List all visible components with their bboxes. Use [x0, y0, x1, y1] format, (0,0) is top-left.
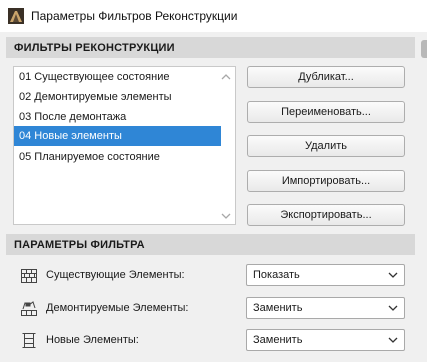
existing-elements-select[interactable]: Показать: [246, 264, 405, 286]
list-item[interactable]: 02 Демонтируемые элементы: [14, 87, 221, 107]
list-item-label: 01 Существующее состояние: [19, 71, 170, 83]
new-elements-icon: [22, 333, 36, 348]
list-item-label: 04 Новые элементы: [19, 130, 122, 142]
select-value: Заменить: [253, 334, 303, 346]
delete-button[interactable]: Удалить: [247, 135, 405, 157]
param-row-existing: Существующие Элементы: Показать: [0, 264, 427, 288]
list-item[interactable]: 05 Планируемое состояние: [14, 147, 221, 167]
demolished-elements-select[interactable]: Заменить: [246, 297, 405, 319]
panel-resize-handle[interactable]: [421, 40, 427, 58]
rename-button[interactable]: Переименовать...: [247, 101, 405, 123]
chevron-down-icon: [388, 337, 398, 343]
param-row-demolished: Демонтируемые Элементы: Заменить: [0, 297, 427, 321]
list-item[interactable]: 03 После демонтажа: [14, 107, 221, 127]
param-row-new: Новые Элементы: Заменить: [0, 329, 427, 353]
chevron-down-icon: [388, 305, 398, 311]
list-item-selected[interactable]: 04 Новые элементы: [14, 126, 221, 146]
params-section-title: ПАРАМЕТРЫ ФИЛЬТРА: [14, 238, 145, 251]
list-item-label: 02 Демонтируемые элементы: [19, 91, 172, 103]
list-item[interactable]: 01 Существующее состояние: [14, 67, 221, 87]
demolished-elements-icon: [21, 301, 37, 316]
scroll-up-icon[interactable]: [221, 72, 231, 82]
param-label: Существующие Элементы:: [46, 269, 185, 281]
duplicate-button[interactable]: Дубликат...: [247, 66, 405, 88]
filter-list[interactable]: 01 Существующее состояние 02 Демонтируем…: [13, 66, 236, 225]
export-button[interactable]: Экспортировать...: [247, 204, 405, 226]
params-section-header[interactable]: ПАРАМЕТРЫ ФИЛЬТРА: [6, 234, 415, 255]
scroll-down-icon[interactable]: [221, 211, 231, 221]
new-elements-select[interactable]: Заменить: [246, 329, 405, 351]
list-item-label: 03 После демонтажа: [19, 111, 127, 123]
select-value: Заменить: [253, 302, 303, 314]
import-button[interactable]: Импортировать...: [247, 170, 405, 192]
window-title: Параметры Фильтров Реконструкции: [31, 9, 238, 23]
existing-elements-icon: [21, 269, 37, 283]
param-label: Новые Элементы:: [46, 334, 139, 346]
select-value: Показать: [253, 269, 300, 281]
chevron-down-icon: [388, 272, 398, 278]
filters-section-header[interactable]: ФИЛЬТРЫ РЕКОНСТРУКЦИИ: [6, 37, 415, 58]
list-item-label: 05 Планируемое состояние: [19, 151, 160, 163]
title-bar: Параметры Фильтров Реконструкции: [0, 0, 427, 32]
filters-section-title: ФИЛЬТРЫ РЕКОНСТРУКЦИИ: [14, 41, 175, 54]
param-label: Демонтируемые Элементы:: [46, 302, 189, 314]
app-icon: [8, 8, 24, 24]
